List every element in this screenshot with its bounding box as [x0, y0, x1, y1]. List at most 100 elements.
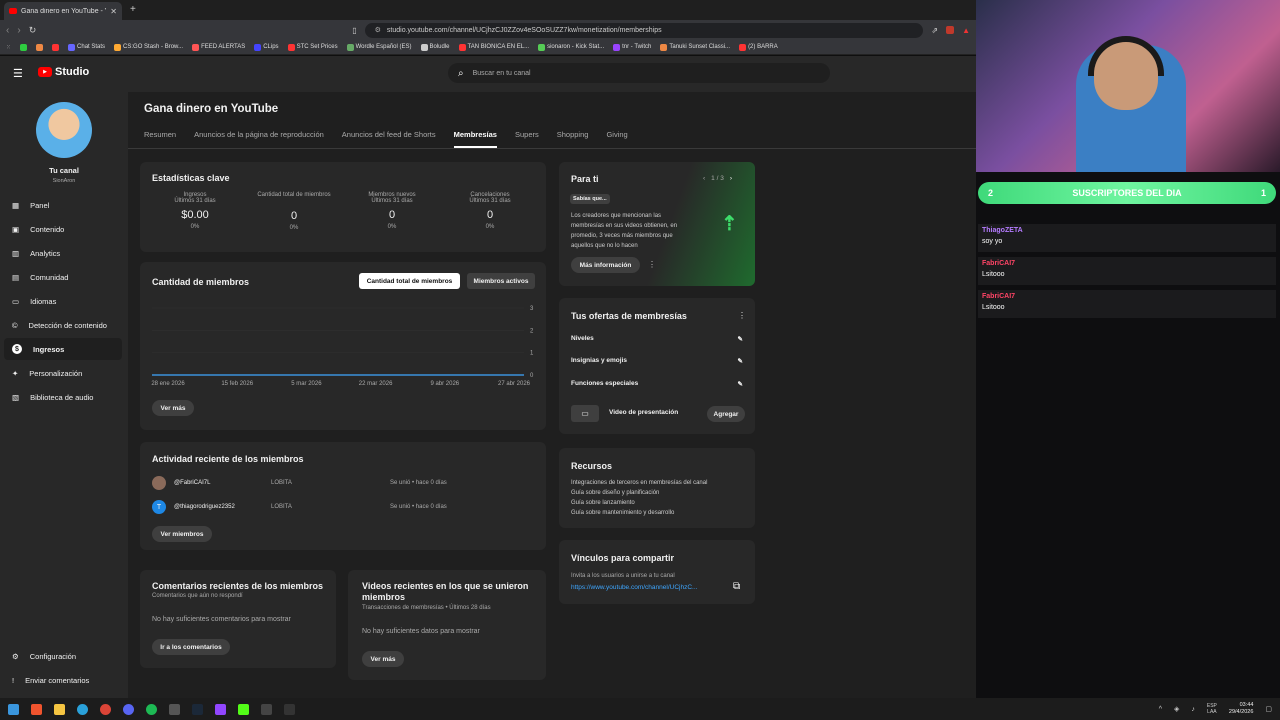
network-icon[interactable]: ◈ — [1174, 705, 1179, 713]
close-tab-icon[interactable]: ✕ — [110, 7, 117, 16]
bookmark-tan-bionica[interactable]: TAN BIONICA EN EL... — [458, 43, 529, 51]
tray-chevron-icon[interactable]: ^ — [1159, 706, 1162, 713]
volume-icon[interactable]: ♪ — [1191, 706, 1195, 713]
search-input[interactable]: Buscar en tu canal — [473, 70, 531, 77]
sidebar-item-idiomas[interactable]: ▭ Idiomas — [4, 290, 122, 312]
site-info-icon[interactable]: ⚙ — [375, 26, 381, 34]
see-more-videos-button[interactable]: Ver más — [362, 651, 404, 667]
bookmark-icon-3[interactable] — [52, 43, 60, 51]
sidebar-item-deteccion[interactable]: © Detección de contenido — [4, 314, 122, 336]
toggle-active-members[interactable]: Miembros activos — [467, 273, 535, 289]
go-to-comments-button[interactable]: Ir a los comentarios — [152, 639, 230, 655]
add-video-button[interactable]: Agregar — [707, 406, 745, 422]
tab-shopping[interactable]: Shopping — [557, 130, 589, 148]
more-options-icon[interactable]: ⋮ — [648, 260, 656, 269]
tab-resumen[interactable]: Resumen — [144, 130, 176, 148]
share-icon[interactable]: ⇗ — [931, 26, 938, 35]
app-icon[interactable] — [284, 703, 295, 715]
member-row[interactable]: T @thiagorodriguez2352 LOBITA Se unió • … — [152, 500, 542, 514]
offers-options-icon[interactable]: ⋮ — [738, 311, 746, 320]
edit-icon[interactable]: ✎ — [738, 335, 743, 343]
spotify-icon[interactable] — [146, 703, 157, 715]
bookmark-chat-stats[interactable]: Chat Stats — [68, 43, 105, 51]
sidebar-item-panel[interactable]: ▦ Panel — [4, 194, 122, 216]
bookmark-twitch[interactable]: tnr - Twitch — [613, 43, 651, 51]
bookmark-kick[interactable]: sionaron - Kick Stat... — [538, 43, 604, 51]
studio-logo[interactable]: ▶ Studio — [38, 66, 89, 78]
forward-icon[interactable]: › — [17, 25, 20, 36]
tab-anuncios-shorts[interactable]: Anuncios del feed de Shorts — [342, 130, 436, 148]
prev-icon[interactable]: ‹ — [703, 175, 705, 182]
offer-insignias[interactable]: Insignias y emojis ✎ — [571, 357, 743, 365]
bookmark-barra[interactable]: (2) BARRA — [739, 43, 778, 51]
brave-icon[interactable] — [31, 703, 42, 715]
next-icon[interactable]: › — [730, 175, 732, 182]
new-tab-button[interactable]: + — [130, 4, 136, 15]
toggle-total-members[interactable]: Cantidad total de miembros — [359, 273, 460, 289]
more-info-button[interactable]: Más información — [571, 257, 640, 273]
member-avatar — [152, 476, 166, 490]
resource-link[interactable]: Guía sobre diseño y planificación — [571, 488, 707, 498]
bookmark-csgo-stash[interactable]: CS:GO Stash - Brow... — [114, 43, 183, 51]
offer-niveles[interactable]: Niveles ✎ — [571, 335, 743, 343]
apps-icon[interactable]: ⁙ — [6, 44, 11, 51]
discord-icon[interactable] — [123, 703, 134, 715]
offer-funciones[interactable]: Funciones especiales ✎ — [571, 380, 743, 388]
sidebar-item-analytics[interactable]: ▥ Analytics — [4, 242, 122, 264]
chrome-icon[interactable] — [100, 703, 111, 715]
bookmark-clips[interactable]: CLips — [254, 43, 279, 51]
obs-icon[interactable] — [261, 703, 272, 715]
twitch-icon[interactable] — [215, 703, 226, 715]
url-text: studio.youtube.com/channel/UCjhzCJ0ZZov4… — [386, 26, 662, 34]
bookmark-wordle[interactable]: Wordle Español (ES) — [346, 43, 412, 51]
sidebar-item-feedback[interactable]: ! Enviar comentarios — [4, 669, 122, 691]
tab-anuncios-reproduccion[interactable]: Anuncios de la página de reproducción — [194, 130, 324, 148]
file-explorer-icon[interactable] — [54, 703, 65, 715]
kick-icon[interactable] — [238, 703, 249, 715]
resource-link[interactable]: Integraciones de terceros en membresías … — [571, 478, 707, 488]
menu-icon[interactable]: ☰ — [13, 67, 23, 80]
copy-icon[interactable]: ⧉ — [733, 581, 740, 592]
bookmark-star-icon[interactable]: ▯ — [352, 26, 356, 35]
sidebar-item-ingresos[interactable]: $ Ingresos — [4, 338, 122, 360]
url-field[interactable]: ⚙ studio.youtube.com/channel/UCjhzCJ0ZZo… — [364, 22, 924, 38]
edit-icon[interactable]: ✎ — [738, 380, 743, 388]
search-bar[interactable]: ⌕ Buscar en tu canal — [448, 63, 830, 83]
see-more-chart-button[interactable]: Ver más — [152, 400, 194, 416]
bookmark-stc[interactable]: STC Set Prices — [287, 43, 338, 51]
tab-membresias[interactable]: Membresías — [453, 130, 497, 148]
content-icon: ▣ — [12, 224, 20, 234]
bookmark-tanuki[interactable]: Tanuki Sunset Classi... — [660, 43, 730, 51]
bookmark-icon-2[interactable] — [36, 43, 44, 51]
sidebar-item-contenido[interactable]: ▣ Contenido — [4, 218, 122, 240]
browser-tab[interactable]: Gana dinero en YouTube - YouT ✕ — [4, 2, 122, 20]
reload-icon[interactable]: ↻ — [29, 25, 37, 36]
see-members-button[interactable]: Ver miembros — [152, 526, 212, 542]
telegram-icon[interactable] — [77, 703, 88, 715]
resource-link[interactable]: Guía sobre mantenimiento y desarrollo — [571, 508, 707, 518]
notification-icon[interactable]: ▢ — [1265, 705, 1272, 713]
windows-start-icon[interactable] — [8, 703, 19, 715]
language-indicator[interactable]: ESP LAA — [1207, 703, 1217, 715]
back-icon[interactable]: ‹ — [6, 25, 9, 36]
sidebar-item-biblioteca[interactable]: ▧ Biblioteca de audio — [4, 386, 122, 408]
sidebar-item-comunidad[interactable]: ▤ Comunidad — [4, 266, 122, 288]
steam-icon[interactable] — [192, 703, 203, 715]
tab-supers[interactable]: Supers — [515, 130, 539, 148]
member-row[interactable]: @FabriCAI7L LOBITA Se unió • hace 0 días — [152, 476, 542, 490]
clock[interactable]: 03:44 29/4/2026 — [1229, 702, 1253, 716]
sidebar-item-personalizacion[interactable]: ✦ Personalización — [4, 362, 122, 384]
bookmark-feed-alertas[interactable]: FEED ALERTAS — [192, 43, 245, 51]
channel-avatar[interactable] — [36, 102, 92, 158]
sidebar-item-configuracion[interactable]: ⚙ Configuración — [4, 645, 122, 667]
edit-icon[interactable]: ✎ — [738, 357, 743, 365]
resource-link[interactable]: Guía sobre lanzamiento — [571, 498, 707, 508]
tab-giving[interactable]: Giving — [606, 130, 627, 148]
app-icon[interactable] — [169, 703, 180, 715]
extension-icon[interactable] — [946, 26, 955, 34]
bookmark-boludle[interactable]: Boludle — [420, 43, 450, 51]
presentation-video-label: Video de presentación — [609, 409, 679, 416]
share-link[interactable]: https://www.youtube.com/channel/UCjhzC..… — [571, 584, 697, 591]
alert-icon[interactable]: ▲ — [962, 26, 970, 35]
bookmark-icon-1[interactable] — [20, 43, 28, 51]
